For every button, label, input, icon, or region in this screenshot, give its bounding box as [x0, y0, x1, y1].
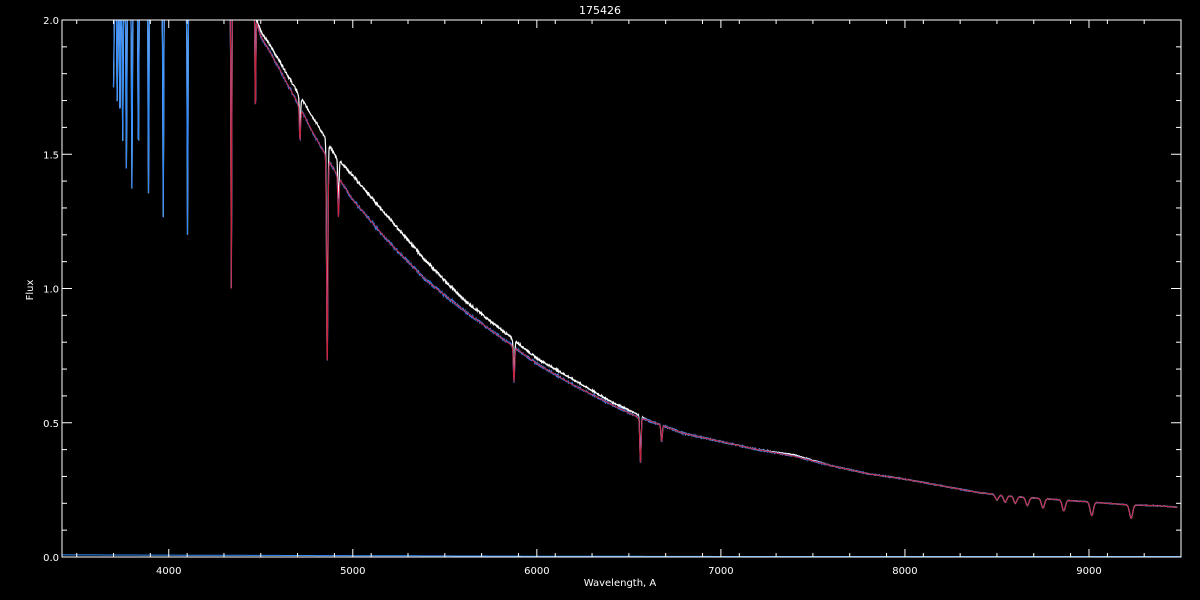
x-tick-label: 4000	[156, 566, 181, 577]
series-layer	[62, 20, 1181, 557]
plot-frame	[61, 19, 1182, 558]
y-tick-label: 0.0	[43, 553, 59, 564]
spectrum-chart: 175426 4000 5000 6000 7000 8000 9000 0.0 0.5 1.…	[25, 4, 1182, 589]
y-tick-label: 2.0	[43, 16, 59, 27]
x-tick-label: 8000	[892, 566, 917, 577]
chart-title: 175426	[579, 4, 621, 17]
y-axis-label: Flux	[25, 280, 36, 301]
series-line-error	[62, 554, 1181, 557]
x-tick-label: 5000	[340, 566, 365, 577]
x-axis-label: Wavelength, A	[584, 578, 657, 589]
y-axis: 0.0 0.5 1.0 1.5 2.0	[43, 16, 1181, 564]
x-tick-label: 7000	[708, 566, 733, 577]
series-line-observed	[112, 20, 1178, 520]
y-tick-label: 1.0	[43, 285, 59, 296]
x-tick-label: 9000	[1076, 566, 1101, 577]
series-line-flux	[112, 20, 1178, 519]
x-axis: 4000 5000 6000 7000 8000 9000	[76, 20, 1182, 577]
y-tick-label: 1.5	[43, 150, 59, 161]
x-tick-label: 6000	[524, 566, 549, 577]
series-line-model	[229, 20, 1178, 519]
y-tick-label: 0.5	[43, 419, 59, 430]
